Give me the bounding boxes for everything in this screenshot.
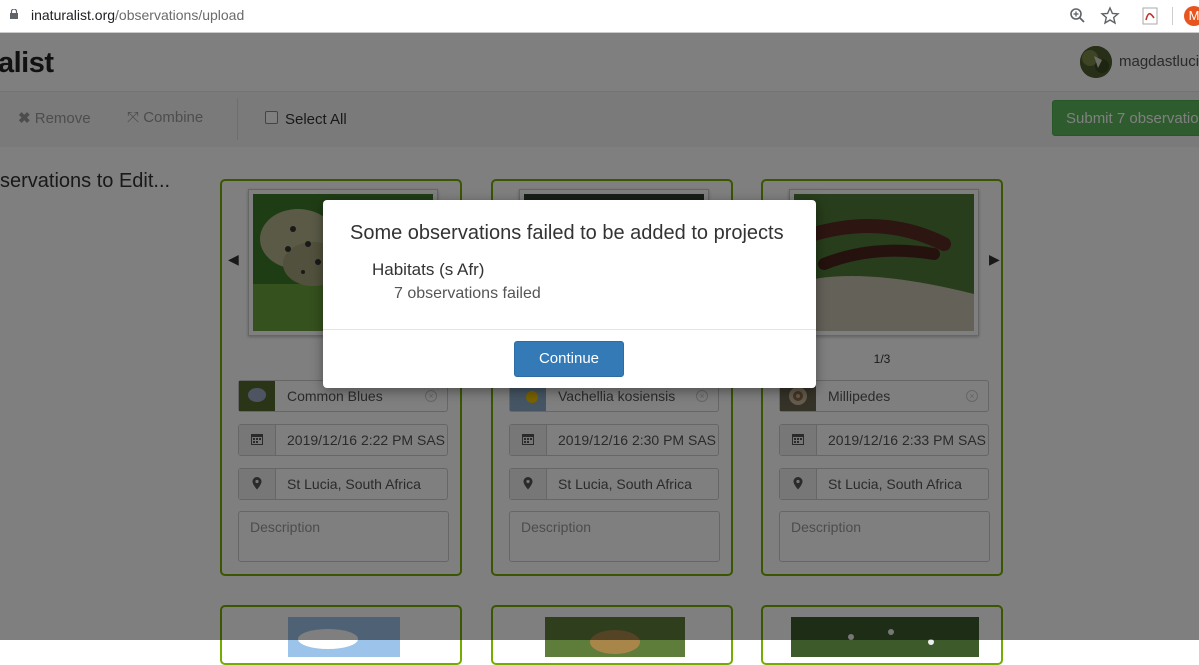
profile-avatar[interactable]: M — [1184, 6, 1199, 26]
dialog-footer-divider — [323, 329, 816, 330]
profile-initial: M — [1188, 8, 1199, 23]
project-failure-dialog: Some observations failed to be added to … — [323, 200, 816, 388]
bookmark-star-icon[interactable] — [1100, 6, 1120, 26]
url-path: /observations/upload — [115, 7, 245, 23]
lock-icon — [10, 9, 18, 19]
browser-address-bar[interactable]: inaturalist.org/observations/upload M — [0, 0, 1199, 33]
pdf-extension-icon[interactable] — [1140, 6, 1160, 26]
zoom-icon[interactable] — [1068, 6, 1088, 26]
failed-count-text: 7 observations failed — [394, 285, 541, 302]
url-text[interactable]: inaturalist.org/observations/upload — [31, 7, 244, 23]
dialog-title: Some observations failed to be added to … — [350, 222, 784, 244]
toolbar-divider — [1172, 7, 1173, 25]
continue-button[interactable]: Continue — [514, 341, 624, 377]
failed-project-name: Habitats (s Afr) — [372, 260, 485, 279]
url-host: inaturalist.org — [31, 7, 116, 23]
